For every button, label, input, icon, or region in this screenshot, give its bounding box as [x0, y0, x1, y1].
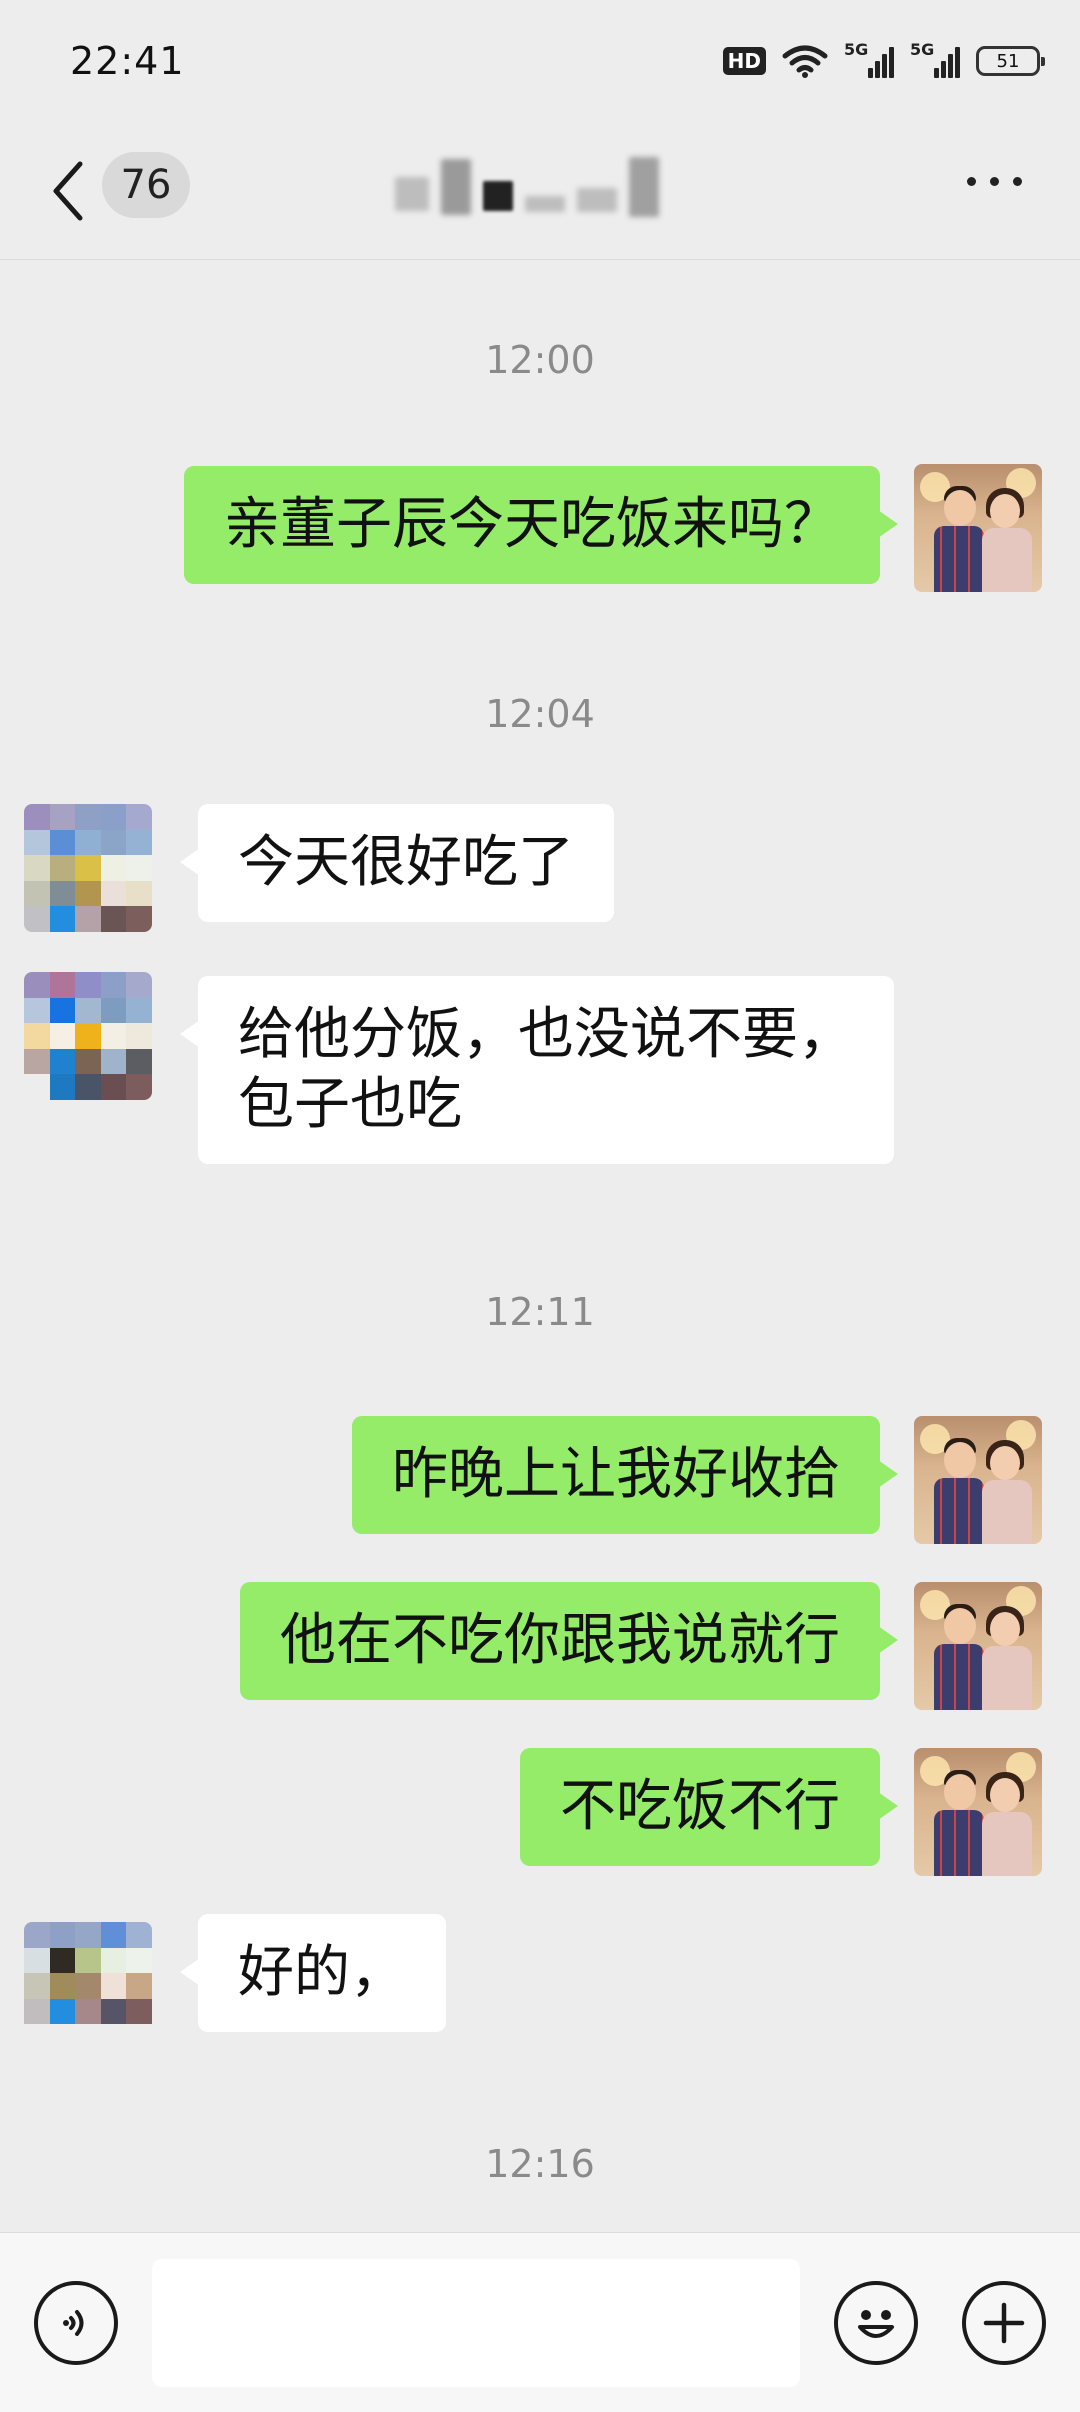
chat-message-list[interactable]: 12:00 亲董子辰今天吃饭来吗？ 12:04 今天很好吃了 给他分饭，也没说不…: [0, 260, 1080, 2230]
message-row: 亲董子辰今天吃饭来吗？: [0, 464, 1080, 594]
signal-5g-icon-1: 5G: [844, 40, 894, 78]
message-bubble-incoming[interactable]: 给他分饭，也没说不要， 包子也吃: [180, 976, 894, 1164]
message-bubble-outgoing[interactable]: 亲董子辰今天吃饭来吗？: [184, 466, 898, 584]
my-avatar[interactable]: [914, 1582, 1042, 1710]
message-input[interactable]: [152, 2259, 800, 2387]
chevron-left-icon[interactable]: [48, 156, 88, 226]
timestamp: 12:04: [485, 692, 595, 736]
message-bubble-incoming[interactable]: 今天很好吃了: [180, 804, 614, 922]
message-row: 他在不吃你跟我说就行: [0, 1582, 1080, 1712]
message-row: 给他分饭，也没说不要， 包子也吃: [0, 972, 1080, 1186]
wifi-icon: [782, 45, 828, 78]
more-dots-icon[interactable]: [967, 177, 1022, 186]
signal-label: 5G: [844, 40, 869, 59]
input-bar: [0, 2232, 1080, 2412]
timestamp: 12:11: [485, 1290, 595, 1334]
message-row: 好的，: [0, 1914, 1080, 2050]
battery-level: 51: [996, 50, 1020, 72]
plus-icon[interactable]: [962, 2281, 1046, 2365]
voice-icon[interactable]: [34, 2281, 118, 2365]
chat-header: 76: [0, 122, 1080, 260]
hd-icon: HD: [722, 47, 766, 75]
unread-count-badge[interactable]: 76: [102, 152, 190, 218]
status-bar: 22:41 HD 5G 5G 51: [0, 0, 1080, 122]
signal-5g-icon-2: 5G: [910, 40, 960, 78]
message-row: 不吃饭不行: [0, 1748, 1080, 1878]
message-bubble-outgoing[interactable]: 昨晚上让我好收拾: [352, 1416, 898, 1534]
my-avatar[interactable]: [914, 1416, 1042, 1544]
status-icons: HD 5G 5G 51: [722, 40, 1045, 78]
timestamp: 12:16: [485, 2142, 595, 2186]
signal-label: 5G: [910, 40, 935, 59]
chat-title-obscured: [395, 152, 665, 222]
emoji-icon[interactable]: [834, 2281, 918, 2365]
contact-avatar-pixelated[interactable]: [24, 972, 152, 1100]
status-time: 22:41: [70, 39, 185, 83]
message-bubble-outgoing[interactable]: 他在不吃你跟我说就行: [240, 1582, 898, 1700]
battery-icon: 51: [976, 46, 1045, 76]
my-avatar[interactable]: [914, 1748, 1042, 1876]
my-avatar[interactable]: [914, 464, 1042, 592]
message-row: 今天很好吃了: [0, 804, 1080, 940]
timestamp: 12:00: [485, 338, 595, 382]
message-bubble-incoming[interactable]: 好的，: [180, 1914, 446, 2032]
contact-avatar-pixelated[interactable]: [24, 804, 152, 932]
contact-avatar-pixelated[interactable]: [24, 1922, 152, 2050]
message-bubble-outgoing[interactable]: 不吃饭不行: [520, 1748, 898, 1866]
message-row: 昨晚上让我好收拾: [0, 1416, 1080, 1546]
